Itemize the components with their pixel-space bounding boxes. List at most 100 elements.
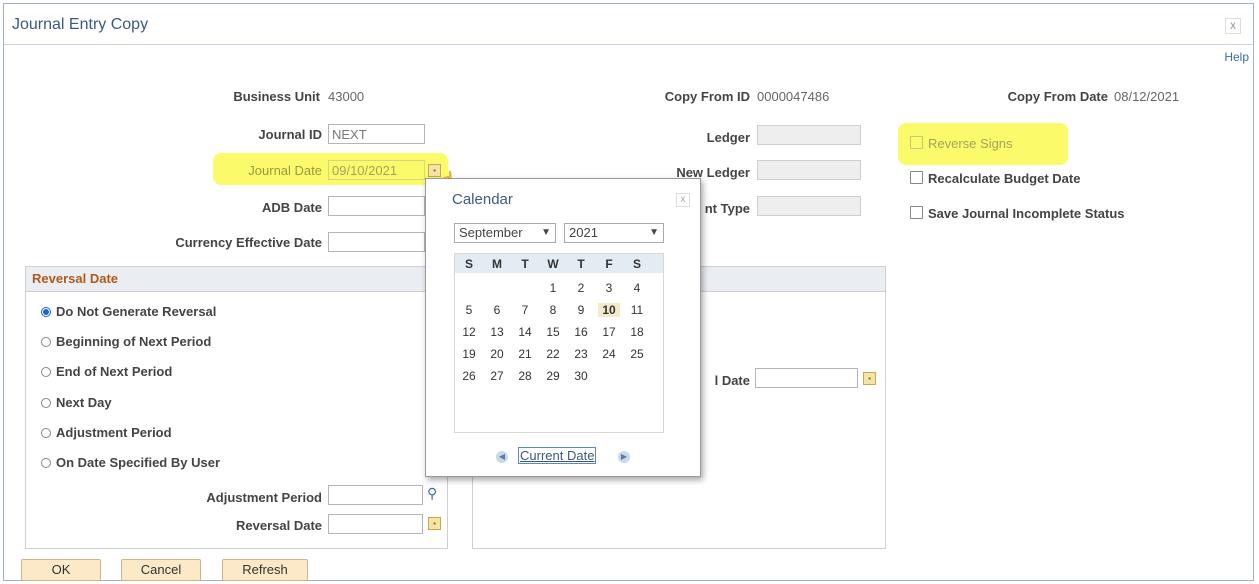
adjustment-period-input[interactable] bbox=[328, 485, 423, 505]
close-icon[interactable]: x bbox=[1225, 18, 1241, 34]
next-month-icon[interactable]: ▶ bbox=[618, 451, 630, 463]
reversal-date-input[interactable] bbox=[328, 514, 423, 534]
journal-date-input[interactable] bbox=[328, 160, 425, 180]
weekday-label: T bbox=[577, 257, 585, 271]
save-incomplete-checkbox[interactable]: Save Journal Incomplete Status bbox=[910, 206, 1125, 221]
year-value: 2021 bbox=[569, 225, 598, 240]
calendar-day[interactable]: 29 bbox=[542, 369, 564, 383]
calendar-day[interactable]: 16 bbox=[570, 325, 592, 339]
calendar-day[interactable]: 28 bbox=[514, 369, 536, 383]
weekday-label: S bbox=[632, 257, 641, 271]
refresh-button[interactable]: Refresh bbox=[222, 559, 308, 581]
calendar-day[interactable]: 26 bbox=[458, 369, 480, 383]
reverse-signs-label: Reverse Signs bbox=[928, 136, 1013, 151]
calendar-day[interactable]: 1 bbox=[542, 281, 564, 295]
close-icon[interactable]: x bbox=[676, 193, 690, 207]
calendar-day[interactable]: 17 bbox=[598, 325, 620, 339]
current-date-button[interactable]: Current Date bbox=[518, 447, 597, 464]
radio-label: On Date Specified By User bbox=[56, 455, 220, 470]
radio-next-day[interactable]: Next Day bbox=[41, 395, 112, 410]
weekday-label: T bbox=[521, 257, 529, 271]
journal-id-label: Journal ID bbox=[258, 127, 322, 142]
calendar-day[interactable]: 3 bbox=[598, 281, 620, 295]
reverse-signs-checkbox[interactable]: Reverse Signs bbox=[910, 136, 1013, 151]
right-date-input[interactable] bbox=[755, 368, 858, 388]
month-value: September bbox=[459, 225, 523, 240]
ok-button[interactable]: OK bbox=[21, 559, 101, 581]
save-incomplete-label: Save Journal Incomplete Status bbox=[928, 206, 1125, 221]
calendar-day[interactable]: 13 bbox=[486, 325, 508, 339]
help-link[interactable]: Help bbox=[1224, 50, 1249, 64]
calendar-day[interactable]: 6 bbox=[486, 303, 508, 317]
month-select[interactable]: September ▼ bbox=[454, 223, 556, 243]
dialog-title: Journal Entry Copy bbox=[12, 16, 149, 33]
previous-month-icon[interactable]: ◀ bbox=[496, 451, 508, 463]
radio-label: End of Next Period bbox=[56, 364, 173, 379]
calendar-day[interactable]: 10 bbox=[598, 303, 620, 317]
calendar-day[interactable]: 25 bbox=[626, 347, 648, 361]
business-unit-value: 43000 bbox=[328, 89, 365, 104]
weekday-label: F bbox=[605, 257, 613, 271]
journal-date-label: Journal Date bbox=[248, 163, 322, 178]
calendar-day[interactable]: 8 bbox=[542, 303, 564, 317]
calendar-day[interactable]: 2 bbox=[570, 281, 592, 295]
adb-date-input[interactable] bbox=[328, 196, 425, 216]
new-ledger-input bbox=[757, 160, 861, 180]
cancel-button[interactable]: Cancel bbox=[121, 559, 201, 581]
calendar-day[interactable]: 5 bbox=[458, 303, 480, 317]
calendar-day[interactable]: 30 bbox=[570, 369, 592, 383]
adjustment-period-label: Adjustment Period bbox=[206, 490, 322, 505]
radio-adjustment-period[interactable]: Adjustment Period bbox=[41, 425, 172, 440]
radio-label: Adjustment Period bbox=[56, 425, 172, 440]
chevron-down-icon: ▼ bbox=[541, 227, 551, 238]
reversal-date-label: Reversal Date bbox=[236, 518, 322, 533]
calendar-title: Calendar bbox=[452, 191, 513, 208]
dialog-titlebar: Journal Entry Copy x bbox=[4, 4, 1253, 45]
copy-from-id-label: Copy From ID bbox=[664, 89, 750, 104]
weekday-label: W bbox=[547, 257, 559, 271]
journal-id-input[interactable] bbox=[328, 124, 425, 144]
reversal-date-header: Reversal Date bbox=[26, 267, 447, 292]
copy-from-date-value: 08/12/2021 bbox=[1114, 89, 1180, 104]
radio-do-not-generate-reversal[interactable]: Do Not Generate Reversal bbox=[41, 304, 216, 319]
year-select[interactable]: 2021 ▼ bbox=[564, 223, 664, 243]
calendar-day[interactable]: 15 bbox=[542, 325, 564, 339]
calendar-day[interactable]: 9 bbox=[570, 303, 592, 317]
currency-effective-date-label: Currency Effective Date bbox=[175, 235, 322, 250]
calendar-day[interactable]: 4 bbox=[626, 281, 648, 295]
calendar-day[interactable]: 27 bbox=[486, 369, 508, 383]
calendar-day[interactable]: 14 bbox=[514, 325, 536, 339]
weekday-label: M bbox=[492, 257, 502, 271]
recalculate-budget-date-label: Recalculate Budget Date bbox=[928, 171, 1081, 186]
calendar-day[interactable]: 19 bbox=[458, 347, 480, 361]
radio-beginning-of-next-period[interactable]: Beginning of Next Period bbox=[41, 334, 211, 349]
currency-effective-date-input[interactable] bbox=[328, 232, 425, 252]
radio-label: Next Day bbox=[56, 395, 112, 410]
calendar-day[interactable]: 21 bbox=[514, 347, 536, 361]
search-icon[interactable]: ⚲ bbox=[427, 485, 437, 502]
calendar-icon[interactable]: ▪ bbox=[428, 517, 441, 530]
calendar-day[interactable]: 24 bbox=[598, 347, 620, 361]
adjustment-type-label: nt Type bbox=[704, 201, 750, 216]
calendar-day[interactable]: 12 bbox=[458, 325, 480, 339]
calendar-day[interactable]: 7 bbox=[514, 303, 536, 317]
recalculate-budget-date-checkbox[interactable]: Recalculate Budget Date bbox=[910, 171, 1080, 186]
calendar-day[interactable]: 22 bbox=[542, 347, 564, 361]
ledger-input bbox=[757, 125, 861, 145]
calendar-day[interactable]: 18 bbox=[626, 325, 648, 339]
adb-date-label: ADB Date bbox=[262, 200, 322, 215]
radio-label: Do Not Generate Reversal bbox=[56, 304, 217, 319]
ledger-label: Ledger bbox=[706, 130, 750, 145]
calendar-day[interactable]: 20 bbox=[486, 347, 508, 361]
radio-label: Beginning of Next Period bbox=[56, 334, 212, 349]
calendar-day[interactable]: 23 bbox=[570, 347, 592, 361]
chevron-down-icon: ▼ bbox=[649, 227, 659, 238]
calendar-day[interactable]: 11 bbox=[626, 303, 648, 317]
calendar-grid bbox=[454, 253, 664, 433]
calendar-popup: Calendar x September ▼ 2021 ▼ SMTWTFS12345… bbox=[425, 178, 701, 477]
copy-from-date-label: Copy From Date bbox=[1007, 89, 1108, 104]
radio-end-of-next-period[interactable]: End of Next Period bbox=[41, 364, 172, 379]
calendar-icon[interactable]: ▪ bbox=[863, 372, 876, 385]
radio-on-date-specified[interactable]: On Date Specified By User bbox=[41, 455, 220, 470]
weekday-label: S bbox=[464, 257, 473, 271]
